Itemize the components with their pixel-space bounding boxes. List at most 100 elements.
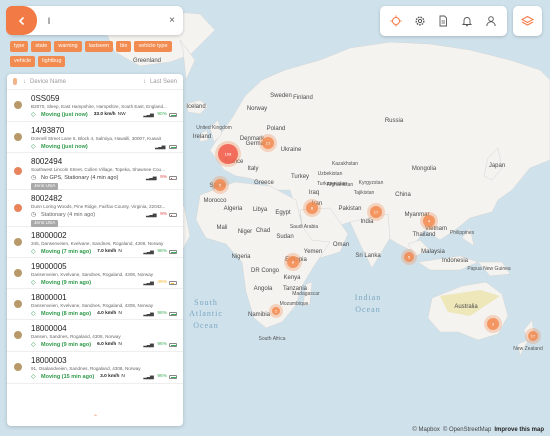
battery-icon: [169, 113, 177, 117]
battery-percent: 9%: [160, 212, 167, 217]
ocean-label: Atlantic: [189, 309, 223, 318]
device-address: 91, Osalandveien, Sandnes, Rogaland, 430…: [31, 366, 141, 371]
device-row[interactable]: 14/93870 Donnell Street Lane 5, Block 4, …: [7, 122, 183, 153]
cluster-marker[interactable]: 2: [269, 304, 283, 318]
battery-percent: 96%: [157, 374, 167, 379]
country-label: Madagascar: [292, 291, 320, 297]
cluster-count: 168: [225, 152, 232, 157]
moving-icon: ◇: [31, 112, 36, 118]
cluster-marker[interactable]: 3: [484, 315, 502, 333]
device-status-row: ◇ Moving (just now) 33.0 km/h NW ▂▃▅ 90%: [31, 111, 177, 119]
device-status: Moving (just now): [41, 112, 88, 118]
country-label: Mozambique: [280, 301, 309, 307]
device-tag[interactable]: Jens USA: [31, 220, 59, 227]
country-label: Chad: [256, 228, 270, 234]
battery-percent: 96%: [157, 342, 167, 347]
cluster-marker[interactable]: 17: [367, 203, 385, 221]
device-row[interactable]: 18000004 Dansen, Sandnes, Rogaland, 4308,…: [7, 320, 183, 352]
device-heading: N: [118, 249, 122, 254]
device-status: Moving (9 min ago): [41, 342, 92, 348]
battery-icon: [169, 312, 177, 316]
cluster-marker[interactable]: 17: [525, 328, 541, 344]
device-row[interactable]: 18000003 91, Osalandveien, Sandnes, Rogal…: [7, 352, 183, 384]
country-label: Kenya: [283, 275, 301, 281]
device-id: 18000004: [31, 324, 67, 333]
battery-icon: [169, 281, 177, 285]
osm-copyright-link[interactable]: © OpenStreetMap: [443, 427, 491, 433]
device-status: Moving (9 min ago): [41, 280, 92, 286]
device-heading: NW: [117, 112, 126, 117]
country-label: Sweden: [270, 93, 292, 99]
filter-chip[interactable]: type: [10, 41, 29, 52]
device-id: 18000003: [31, 356, 67, 365]
device-id: 8002482: [31, 194, 63, 203]
status-dot-icon: [14, 363, 22, 371]
country-label: Namibia: [248, 312, 271, 318]
mapbox-copyright-link[interactable]: © Mapbox: [412, 427, 439, 433]
chevron-left-icon: [18, 16, 24, 25]
filter-chip[interactable]: lastseen: [84, 41, 114, 52]
filter-chip[interactable]: lightbug: [38, 56, 66, 67]
signal-icon: ▂▃▅: [146, 212, 157, 218]
locate-button[interactable]: [386, 11, 406, 31]
cluster-marker[interactable]: 5: [401, 249, 417, 265]
country-label: Papua New Guinea: [467, 266, 511, 272]
country-label: Yemen: [304, 249, 322, 255]
improve-map-link[interactable]: Improve this map: [494, 427, 544, 433]
clear-icon[interactable]: ×: [169, 14, 175, 27]
country-label: Thailand: [412, 232, 435, 238]
search-input[interactable]: [48, 14, 158, 27]
sort-toggle-icon[interactable]: ↕: [143, 79, 146, 85]
country-label: Angola: [254, 286, 273, 292]
cluster-marker[interactable]: 8: [303, 199, 321, 217]
sort-arrow-icon[interactable]: ↓: [23, 79, 26, 85]
map-attribution: © Mapbox © OpenStreetMap Improve this ma…: [412, 427, 544, 433]
filter-chip[interactable]: state: [31, 41, 52, 52]
cluster-marker[interactable]: 4: [420, 212, 438, 230]
country-label: Philippines: [450, 230, 475, 236]
layers-icon: [521, 15, 534, 26]
reports-button[interactable]: [433, 11, 453, 31]
notifications-button[interactable]: [457, 11, 477, 31]
cluster-marker[interactable]: 8: [284, 253, 302, 271]
device-row[interactable]: 0SS059 B2070, Sleep, East Hampshire, Hamp…: [7, 90, 183, 122]
cluster-marker[interactable]: 13: [259, 134, 277, 152]
device-status-row: ◇ Moving (just now) ▂▃▅: [31, 143, 177, 151]
device-row[interactable]: 19000005 Dansenveien, Kvelvane, Sandnes, …: [7, 258, 183, 289]
user-icon: [486, 16, 496, 27]
collapse-arrow-icon[interactable]: ⌃: [93, 414, 98, 421]
cluster-marker[interactable]: 5: [211, 176, 229, 194]
signal-icon: ▂▃▅: [154, 144, 166, 150]
device-id: 14/93870: [31, 126, 65, 135]
country-label: Russia: [385, 118, 404, 124]
country-label: South Africa: [259, 336, 286, 342]
battery-percent: 9%: [160, 175, 167, 180]
filter-chip[interactable]: vehicle type: [134, 41, 172, 52]
filter-chip[interactable]: warning: [54, 41, 82, 52]
device-address: Donnell Street Lane 5, Block 4, Salmiya,…: [31, 136, 161, 141]
device-row[interactable]: 18000002 345, Dansenveien, Kvelvane, Sand…: [7, 227, 183, 258]
device-name-column[interactable]: Device Name: [30, 79, 143, 85]
list-header: ↓ Device Name ↕ Last Seen: [7, 74, 183, 90]
device-row[interactable]: 8002494 Southwest Lincoln Street, Cullen …: [7, 153, 183, 190]
country-label: Sudan: [276, 234, 293, 240]
country-label: Mongolia: [412, 166, 437, 172]
filter-chip[interactable]: vehicle: [10, 56, 36, 67]
cluster-marker[interactable]: 168: [215, 141, 241, 167]
layers-button[interactable]: [513, 6, 542, 36]
last-seen-column[interactable]: Last Seen: [150, 79, 177, 85]
device-row[interactable]: 8002482 Dunn Loring Woods, Pine Ridge, Fa…: [7, 190, 183, 227]
device-tag[interactable]: Jens USA: [31, 183, 59, 190]
cluster-count: 17: [531, 334, 536, 339]
device-speed: 33.0 km/h: [93, 112, 116, 117]
device-address: Dansenveien, Kvelvane, Sandnes, Rogaland…: [31, 272, 154, 277]
account-button[interactable]: [481, 11, 501, 31]
bell-icon: [462, 17, 473, 27]
device-row[interactable]: 18000001 Dansenveien, Kvelvane, Sandnes, …: [7, 289, 183, 320]
device-status: No GPS, Stationary (4 min ago): [41, 175, 119, 181]
filter-chip[interactable]: ble: [116, 41, 132, 52]
device-address: 345, Dansenveien, Kvelvane, Sandnes, Rog…: [31, 241, 164, 246]
back-button[interactable]: [6, 6, 37, 35]
settings-button[interactable]: [410, 11, 430, 31]
device-list: 0SS059 B2070, Sleep, East Hampshire, Hamp…: [7, 90, 183, 384]
